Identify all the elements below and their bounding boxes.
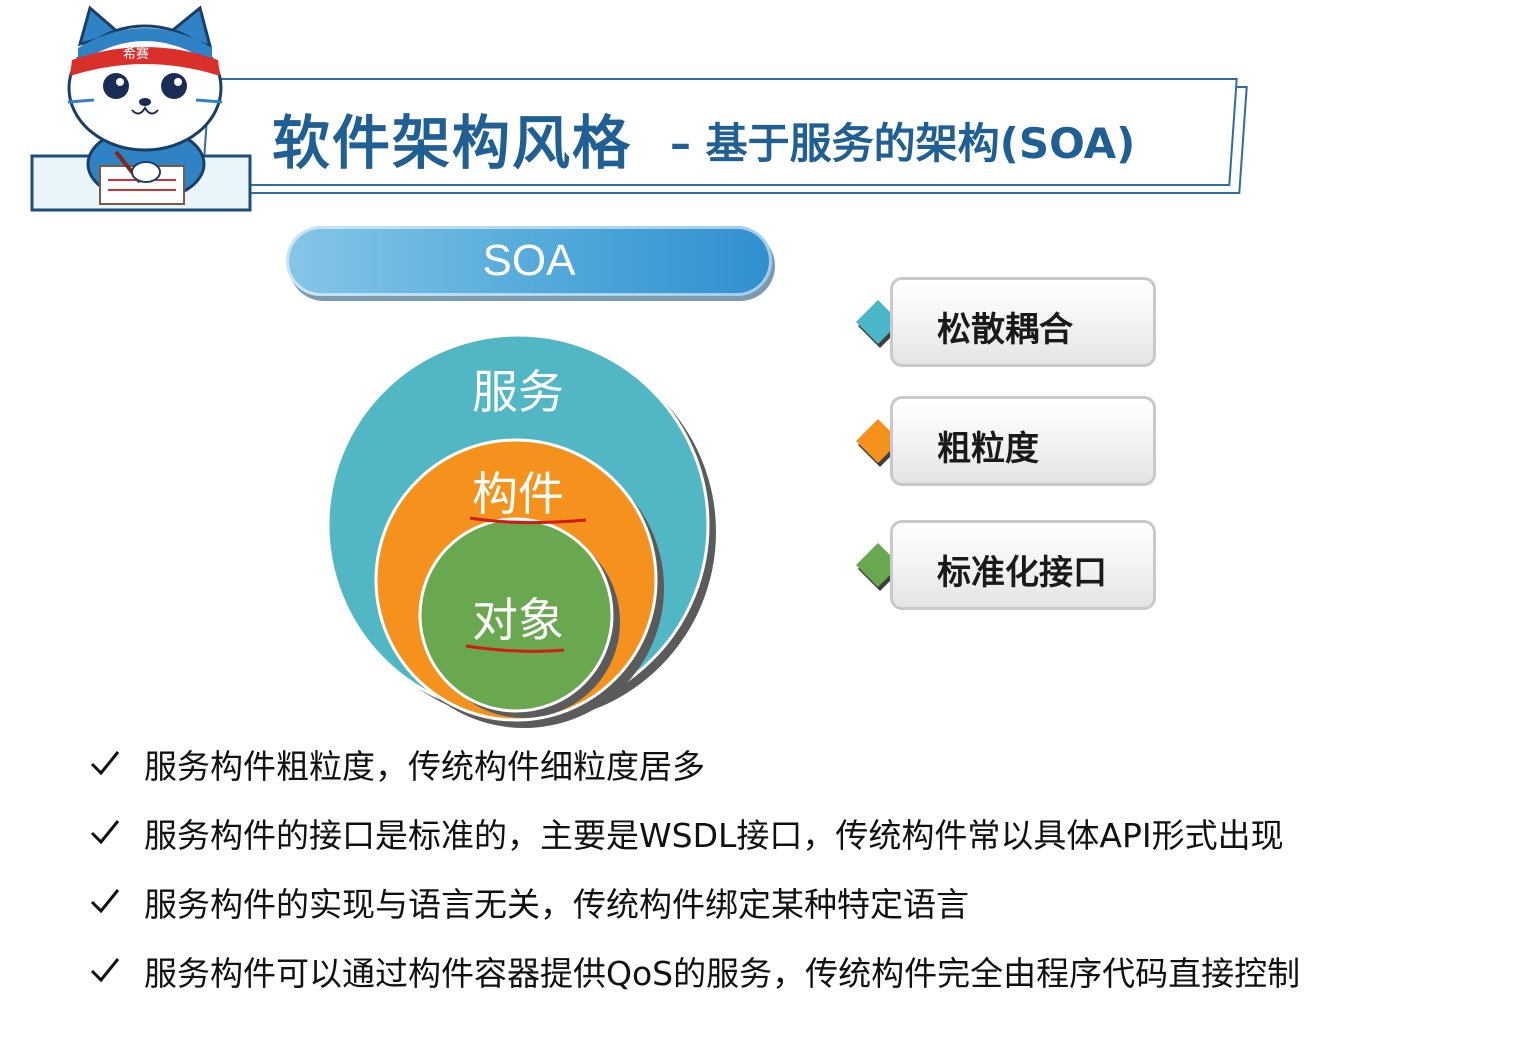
comparison-list: 服务构件粗粒度，传统构件细粒度居多 服务构件的接口是标准的，主要是WSDL接口，…: [88, 740, 1488, 1016]
checkmark-icon: [90, 751, 120, 776]
feature-label: 松散耦合: [937, 310, 1073, 350]
list-item-text: 服务构件的接口是标准的，主要是WSDL接口，传统构件常以具体API形式出现: [144, 816, 1284, 855]
page-title: 软件架构风格: [272, 109, 633, 177]
page-subtitle: – 基于服务的架构(SOA): [670, 119, 1136, 168]
list-item: 服务构件的接口是标准的，主要是WSDL接口，传统构件常以具体API形式出现: [88, 809, 1488, 878]
list-item: 服务构件的实现与语言无关，传统构件绑定某种特定语言: [88, 878, 1488, 947]
feature-label: 标准化接口: [937, 553, 1107, 593]
list-item: 服务构件粗粒度，传统构件细粒度居多: [88, 740, 1488, 809]
soa-label-pill: SOA: [286, 226, 772, 296]
mascot-cat-logo: 希赛: [30, 5, 252, 212]
label-component: 构件: [472, 467, 564, 521]
list-item-text: 服务构件粗粒度，传统构件细粒度居多: [144, 747, 705, 786]
checkmark-icon: [90, 958, 120, 983]
list-item-text: 服务构件的实现与语言无关，传统构件绑定某种特定语言: [144, 885, 969, 924]
checkmark-icon: [90, 820, 120, 845]
label-service: 服务: [472, 365, 564, 419]
checkmark-icon: [90, 889, 120, 914]
feature-standard-interface: 标准化接口: [890, 520, 1156, 610]
list-item: 服务构件可以通过构件容器提供QoS的服务，传统构件完全由程序代码直接控制: [88, 947, 1488, 1016]
label-object: 对象: [472, 593, 564, 647]
feature-label: 粗粒度: [937, 429, 1039, 469]
feature-coarse-grained: 粗粒度: [890, 396, 1156, 486]
list-item-text: 服务构件可以通过构件容器提供QoS的服务，传统构件完全由程序代码直接控制: [144, 954, 1301, 993]
feature-loose-coupling: 松散耦合: [890, 277, 1156, 367]
mascot-badge: 希赛: [123, 46, 149, 62]
soa-nested-circles: 服务 构件 对象: [320, 330, 730, 730]
